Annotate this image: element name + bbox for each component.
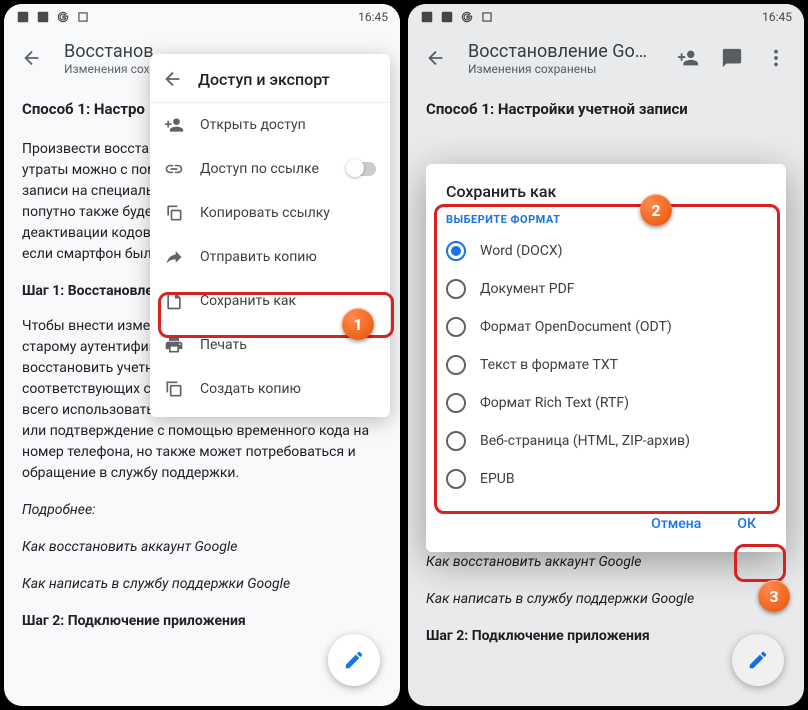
arrow-left-icon[interactable]	[162, 68, 184, 90]
radio-icon	[446, 431, 466, 451]
step-2-title: Шаг 2: Подключение приложения	[22, 611, 382, 632]
dialog-section-label: ВЫБЕРИТЕ ФОРМАТ	[426, 213, 786, 232]
menu-header: Доступ и экспорт	[150, 54, 390, 103]
menu-link-access[interactable]: Доступ по ссылке	[150, 147, 390, 191]
format-radio-list: Word (DOCX) Документ PDF Формат OpenDocu…	[426, 232, 786, 498]
phone-left: 16:45 Восстанов Изменения сохранены Спос…	[4, 4, 400, 706]
dialog-title: Сохранить как	[426, 182, 786, 213]
menu-title: Доступ и экспорт	[198, 70, 330, 89]
radio-icon	[446, 393, 466, 413]
arrow-left-icon	[21, 47, 43, 69]
ok-button[interactable]: ОК	[723, 508, 770, 540]
facebook-icon	[16, 10, 30, 24]
duplicate-icon	[164, 379, 184, 399]
export-menu: Доступ и экспорт Открыть доступ Доступ п…	[150, 54, 390, 417]
copy-icon	[164, 203, 184, 223]
format-pdf[interactable]: Документ PDF	[436, 270, 776, 308]
print-icon	[164, 335, 184, 355]
format-html[interactable]: Веб-страница (HTML, ZIP-архив)	[436, 422, 776, 460]
menu-copy-link[interactable]: Копировать ссылку	[150, 191, 390, 235]
radio-icon	[446, 317, 466, 337]
cancel-button[interactable]: Отмена	[637, 508, 715, 540]
menu-save-as[interactable]: Сохранить как	[150, 279, 390, 323]
link-icon	[164, 159, 184, 179]
format-rtf[interactable]: Формат Rich Text (RTF)	[436, 384, 776, 422]
format-epub[interactable]: EPUB	[436, 460, 776, 498]
radio-icon	[446, 469, 466, 489]
menu-print[interactable]: Печать	[150, 323, 390, 367]
pencil-icon	[343, 649, 365, 671]
menu-share[interactable]: Открыть доступ	[150, 103, 390, 147]
phone-right: 16:45 Восстановление Googl... Изменения …	[408, 4, 804, 706]
format-txt[interactable]: Текст в формате TXT	[436, 346, 776, 384]
google-icon	[56, 10, 70, 24]
menu-send-copy[interactable]: Отправить копию	[150, 235, 390, 279]
person-add-icon	[164, 115, 184, 135]
menu-make-copy[interactable]: Создать копию	[150, 367, 390, 411]
facebook-icon	[36, 10, 50, 24]
send-icon	[164, 247, 184, 267]
status-bar: 16:45	[4, 4, 400, 30]
radio-icon	[446, 355, 466, 375]
radio-icon	[446, 279, 466, 299]
back-button[interactable]	[12, 38, 52, 78]
link-access-toggle[interactable]	[348, 162, 376, 176]
file-icon	[164, 291, 184, 311]
square-icon	[76, 10, 90, 24]
save-as-dialog: Сохранить как ВЫБЕРИТЕ ФОРМАТ Word (DOCX…	[426, 164, 786, 552]
format-odt[interactable]: Формат OpenDocument (ODT)	[436, 308, 776, 346]
radio-icon	[446, 241, 466, 261]
status-left-icons	[16, 10, 90, 24]
edit-fab[interactable]	[328, 634, 380, 686]
status-time: 16:45	[358, 10, 388, 24]
format-docx[interactable]: Word (DOCX)	[436, 232, 776, 270]
